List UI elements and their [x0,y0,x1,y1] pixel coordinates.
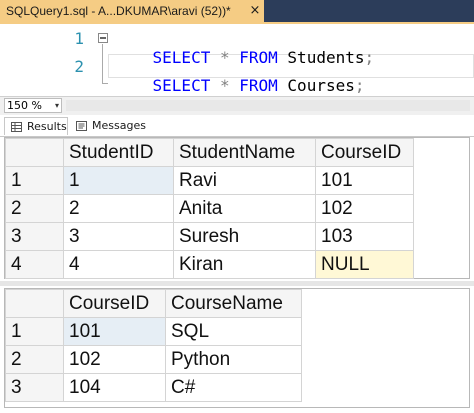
line-number: 1 [74,29,84,48]
grid-splitter[interactable] [0,281,474,286]
row-number[interactable]: 2 [5,194,64,223]
terminator: ; [364,48,375,67]
column-header[interactable]: CourseName [165,289,302,318]
column-header[interactable]: StudentName [173,138,316,167]
grid-cell[interactable]: 2 [63,194,174,223]
corner-header[interactable] [5,138,64,167]
courses-results-grid[interactable]: CourseID CourseName 1 101 SQL 2 102 Pyth… [4,288,470,408]
query-tab[interactable]: SQLQuery1.sql - A...DKUMAR\aravi (52))* [0,0,246,22]
grid-cell[interactable]: 102 [63,345,166,374]
table-row[interactable]: 1 101 SQL [5,317,302,346]
grid-cell[interactable]: C# [165,373,302,402]
collapse-icon[interactable] [98,33,108,43]
tab-results-label: Results [27,120,67,133]
horizontal-scrollbar[interactable] [66,100,470,111]
zoom-bar: 150 % ▾ [0,96,474,115]
header-row: CourseID CourseName [5,289,302,318]
grid-cell[interactable]: Kiran [173,250,316,279]
zoom-select[interactable]: 150 % ▾ [4,98,62,113]
grid-cell[interactable]: 103 [315,222,414,251]
table-row[interactable]: 3 104 C# [5,373,302,402]
outline-line [102,44,103,84]
line-number: 2 [74,57,84,76]
header-row: StudentID StudentName CourseID [5,138,414,167]
row-number[interactable]: 3 [5,222,64,251]
row-number[interactable]: 1 [5,317,64,346]
grid-cell[interactable]: 4 [63,250,174,279]
terminator: ; [354,76,365,95]
tab-messages[interactable]: Messages [70,117,152,135]
grid-cell[interactable]: 101 [63,317,166,346]
grid-cell[interactable]: SQL [165,317,302,346]
close-tab-icon[interactable]: × [246,0,264,22]
null-cell[interactable]: NULL [315,250,414,279]
grid-cell[interactable]: 3 [63,222,174,251]
grid-cell[interactable]: Suresh [173,222,316,251]
document-tab-bar: SQLQuery1.sql - A...DKUMAR\aravi (52))* … [0,0,474,24]
grid-cell[interactable]: 1 [63,166,174,195]
row-number[interactable]: 1 [5,166,64,195]
results-tab-strip: Results Messages [0,116,474,137]
grid-icon [11,122,22,132]
grid-cell[interactable]: Anita [173,194,316,223]
messages-icon [76,121,87,131]
table-row[interactable]: 2 2 Anita 102 [5,194,414,223]
grid-cell[interactable]: 104 [63,373,166,402]
chevron-down-icon[interactable]: ▾ [55,99,59,112]
corner-header[interactable] [5,289,64,318]
column-header[interactable]: StudentID [63,138,174,167]
row-number[interactable]: 4 [5,250,64,279]
identifier: Courses [287,76,355,95]
zoom-value: 150 % [7,99,42,112]
operator: * [219,76,230,95]
query-tab-title: SQLQuery1.sql - A...DKUMAR\aravi (52))* [6,4,231,18]
keyword: FROM [239,76,278,95]
grid-cell[interactable]: 101 [315,166,414,195]
tab-messages-label: Messages [92,119,146,132]
grid-cell[interactable]: Python [165,345,302,374]
keyword: SELECT [152,76,211,95]
outline-tick [102,83,108,84]
table-row[interactable]: 3 3 Suresh 103 [5,222,414,251]
table-row[interactable]: 4 4 Kiran NULL [5,250,414,279]
column-header[interactable]: CourseID [315,138,414,167]
tab-results[interactable]: Results [4,117,68,135]
row-number[interactable]: 3 [5,373,64,402]
grid-cell[interactable]: 102 [315,194,414,223]
row-number[interactable]: 2 [5,345,64,374]
grid-cell[interactable]: Ravi [173,166,316,195]
column-header[interactable]: CourseID [63,289,166,318]
table-row[interactable]: 2 102 Python [5,345,302,374]
table-row[interactable]: 1 1 Ravi 101 [5,166,414,195]
sql-editor[interactable]: 1 2 SELECT * FROM Students; SELECT * FRO… [0,24,474,95]
students-results-grid[interactable]: StudentID StudentName CourseID 1 1 Ravi … [4,137,470,279]
